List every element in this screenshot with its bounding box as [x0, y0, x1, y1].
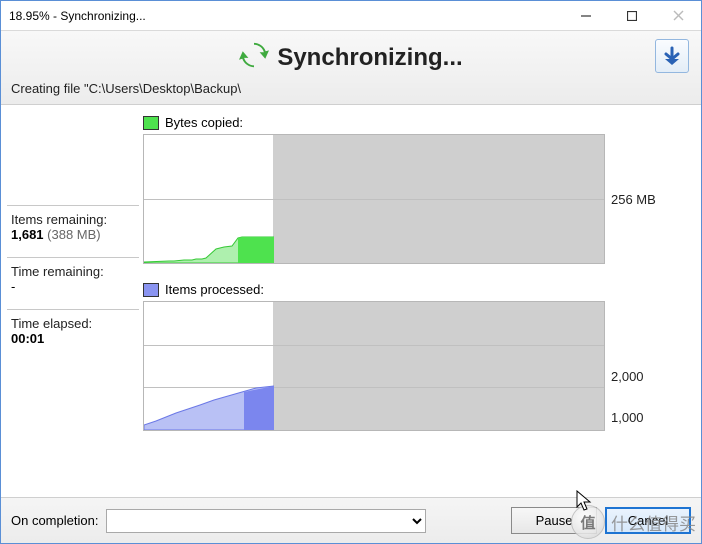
bottom-bar: On completion: Pause Cancel: [1, 497, 701, 543]
time-elapsed-block: Time elapsed: 00:01: [7, 309, 139, 361]
items-chart-ylabels: 2,000 1,000: [605, 301, 663, 431]
maximize-button[interactable]: [609, 1, 655, 30]
items-chart-block: Items processed: 2,000 1,000: [143, 282, 695, 431]
items-legend-swatch: [143, 283, 159, 297]
items-remaining-size: (388 MB): [47, 227, 100, 242]
items-remaining-block: Items remaining: 1,681 (388 MB): [7, 205, 139, 257]
items-ylabel-1: 2,000: [611, 369, 663, 384]
arrow-down-icon: [661, 45, 683, 67]
page-title-text: Synchronizing...: [277, 44, 462, 72]
charts-column: Bytes copied: 256 MB It: [143, 115, 695, 449]
bytes-chart: [143, 134, 605, 264]
page-title: Synchronizing...: [239, 40, 462, 77]
items-chart: [143, 301, 605, 431]
items-chart-legend: Items processed:: [143, 282, 695, 297]
time-remaining-value: -: [11, 279, 135, 294]
minimize-button[interactable]: [563, 1, 609, 30]
time-remaining-block: Time remaining: -: [7, 257, 139, 309]
cancel-button[interactable]: Cancel: [605, 507, 691, 534]
bytes-chart-legend: Bytes copied:: [143, 115, 695, 130]
bytes-legend-swatch: [143, 116, 159, 130]
close-button[interactable]: [655, 1, 701, 30]
items-remaining-value: 1,681: [11, 227, 44, 242]
window-title: 18.95% - Synchronizing...: [9, 9, 563, 23]
current-operation: Creating file "C:\Users\Desktop\Backup\: [11, 81, 691, 96]
bytes-chart-block: Bytes copied: 256 MB: [143, 115, 695, 264]
items-legend-label: Items processed:: [165, 282, 264, 297]
header: Synchronizing... Creating file "C:\Users…: [1, 31, 701, 105]
pause-button[interactable]: Pause: [511, 507, 597, 534]
items-remaining-label: Items remaining:: [11, 212, 135, 227]
sync-icon: [239, 40, 269, 77]
time-elapsed-value: 00:01: [11, 331, 44, 346]
on-completion-label: On completion:: [11, 513, 98, 528]
title-bar: 18.95% - Synchronizing...: [1, 1, 701, 31]
toggle-details-button[interactable]: [655, 39, 689, 73]
bytes-legend-label: Bytes copied:: [165, 115, 243, 130]
main-content: Items remaining: 1,681 (388 MB) Time rem…: [1, 105, 701, 449]
time-remaining-label: Time remaining:: [11, 264, 135, 279]
bytes-ylabel-1: 256 MB: [611, 192, 663, 207]
on-completion-select[interactable]: [106, 509, 426, 533]
time-elapsed-label: Time elapsed:: [11, 316, 135, 331]
items-ylabel-2: 1,000: [611, 410, 663, 425]
bytes-chart-ylabels: 256 MB: [605, 134, 663, 264]
stats-column: Items remaining: 1,681 (388 MB) Time rem…: [7, 115, 139, 449]
